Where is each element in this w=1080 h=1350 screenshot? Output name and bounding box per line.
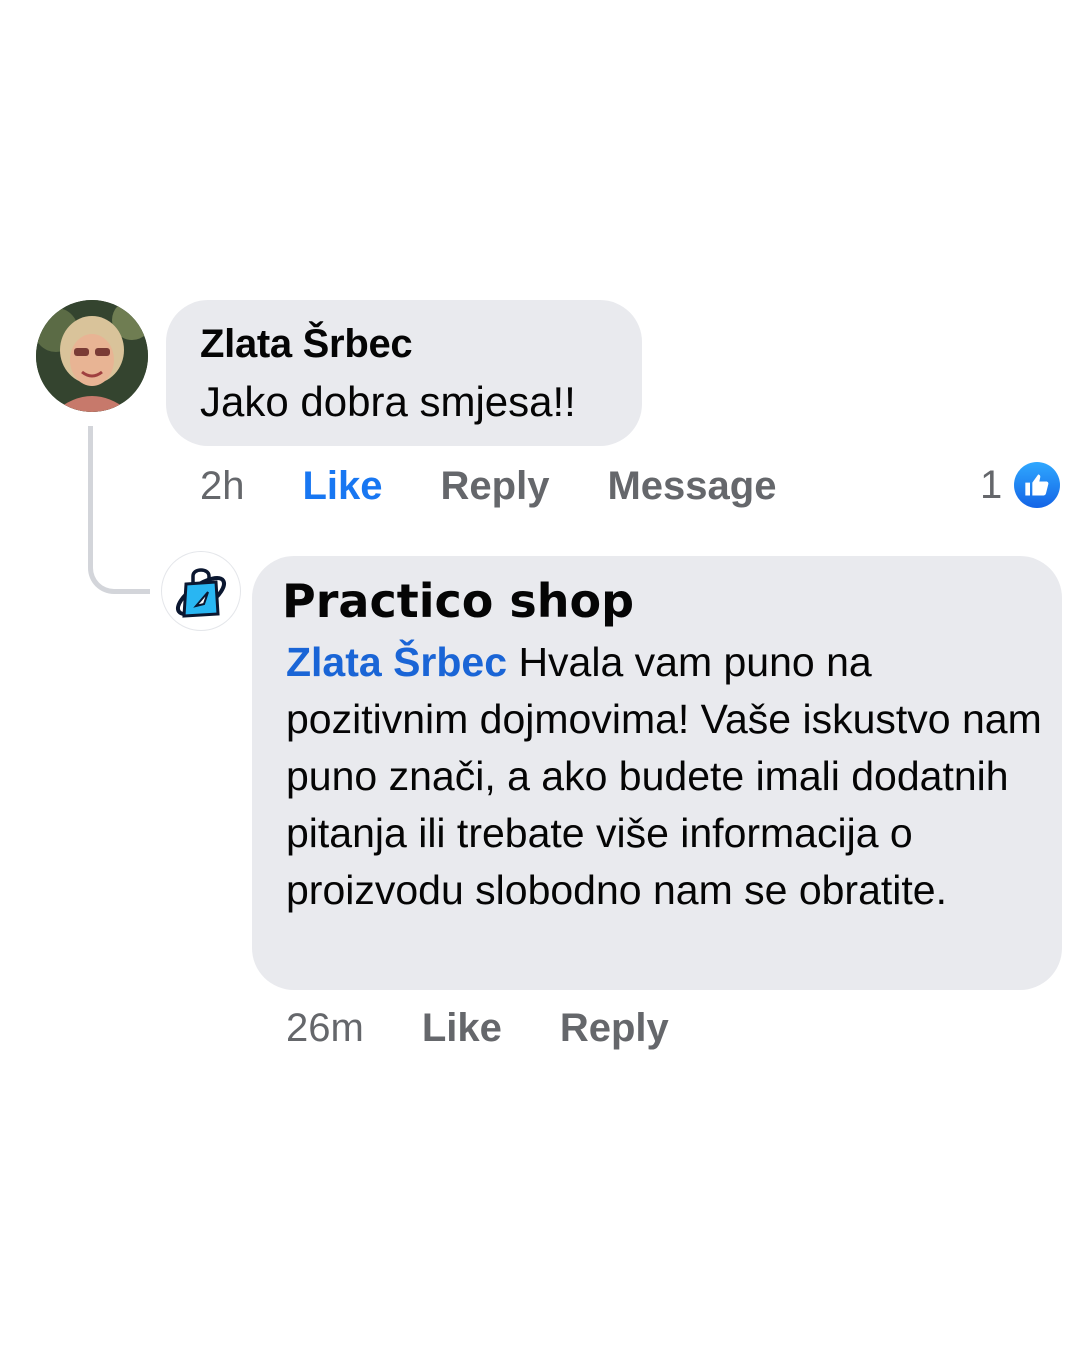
comment-thread: Zlata Šrbec Jako dobra smjesa!! 2h Like … [0,0,1080,1350]
shop-avatar[interactable] [162,552,240,630]
comment-author[interactable]: Zlata Šrbec [200,322,413,367]
reply-bubble: Practico shop Zlata Šrbec Hvala vam puno… [252,556,1062,990]
thread-connector-line [88,426,150,594]
message-button[interactable]: Message [607,464,776,509]
avatar-photo-icon [36,300,148,412]
user-avatar[interactable] [36,300,148,412]
reply-button[interactable]: Reply [441,464,550,509]
reply-actions: 26m Like Reply [286,1006,669,1051]
comment-bubble: Zlata Šrbec Jako dobra smjesa!! [166,300,642,446]
reply-text: Zlata Šrbec Hvala vam puno na pozitivnim… [286,634,1046,919]
comment-timestamp[interactable]: 2h [200,464,245,509]
like-button[interactable]: Like [303,464,383,509]
reply-timestamp[interactable]: 26m [286,1006,364,1051]
comment-actions: 2h Like Reply Message [200,464,776,509]
shopping-bag-icon [176,568,226,618]
reply-like-button[interactable]: Like [422,1006,502,1051]
thumbs-up-icon [1014,462,1061,508]
reaction-summary[interactable]: 1 [980,462,1061,508]
reply-reply-button[interactable]: Reply [560,1006,669,1051]
comment-text: Jako dobra smjesa!! [200,378,576,425]
reply-author[interactable]: Practico shop [282,574,634,628]
reaction-count: 1 [980,462,1003,507]
mention-link[interactable]: Zlata Šrbec [286,639,507,685]
